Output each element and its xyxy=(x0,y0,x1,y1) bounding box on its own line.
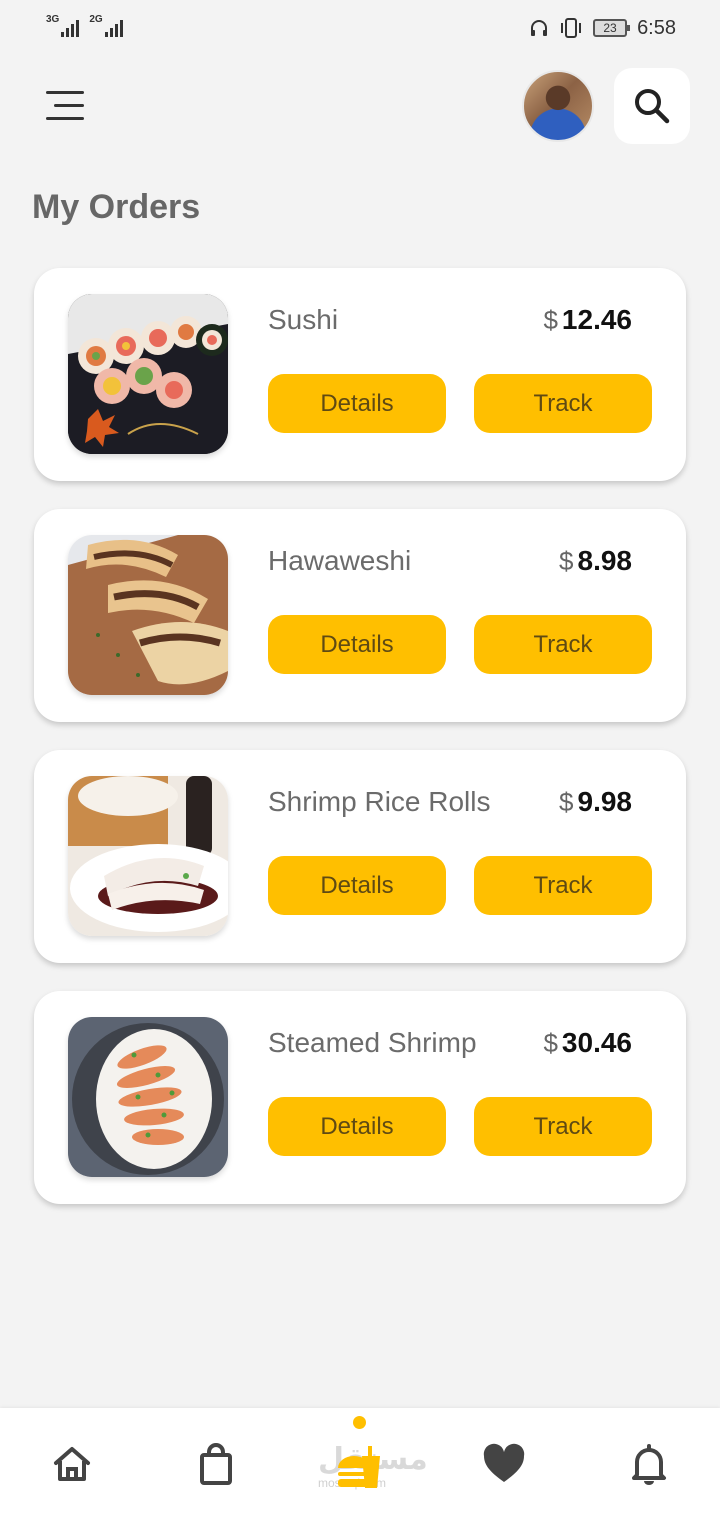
details-button[interactable]: Details xyxy=(268,1097,446,1156)
search-button[interactable] xyxy=(614,68,690,144)
currency-symbol: $ xyxy=(543,305,558,335)
order-card: Sushi $ 12.46 Details Track xyxy=(34,268,686,481)
food-name: Sushi xyxy=(268,304,339,335)
track-button[interactable]: Track xyxy=(474,374,652,433)
page-title: My Orders xyxy=(32,188,201,226)
price-amount: 30.46 xyxy=(561,1027,632,1058)
vibrate-icon xyxy=(561,18,582,38)
order-card: Hawaweshi $ 8.98 Details Track xyxy=(34,509,686,722)
burger-drink-icon xyxy=(338,1446,380,1488)
currency-symbol: $ xyxy=(543,1028,558,1058)
avatar[interactable] xyxy=(522,70,594,142)
network-type-label: 3G xyxy=(46,13,60,25)
bottom-nav: مستقل mostaql.com xyxy=(0,1408,720,1520)
nav-notifications[interactable] xyxy=(627,1442,671,1486)
food-image-hawaweshi xyxy=(68,535,228,695)
my-orders-screen: 3G 2G 23 6:58 My Orders Sushi $ 12.46 De… xyxy=(0,0,720,1520)
nav-favorites[interactable] xyxy=(482,1442,526,1486)
currency-symbol: $ xyxy=(559,787,574,817)
shopping-bag-icon xyxy=(200,1443,232,1485)
order-card: Shrimp Rice Rolls $ 9.98 Details Track xyxy=(34,750,686,963)
order-price: $ 8.98 xyxy=(559,545,632,577)
food-name: Shrimp Rice Rolls xyxy=(268,786,491,817)
order-price: $ 30.46 xyxy=(543,1027,632,1059)
status-bar: 3G 2G 23 6:58 xyxy=(0,0,720,56)
food-name: Hawaweshi xyxy=(268,545,412,576)
orders-list: Sushi $ 12.46 Details Track Hawaweshi $ … xyxy=(34,268,686,1232)
search-icon xyxy=(635,89,670,124)
track-button[interactable]: Track xyxy=(474,856,652,915)
track-button[interactable]: Track xyxy=(474,1097,652,1156)
food-name: Steamed Shrimp xyxy=(268,1027,477,1058)
nav-bag[interactable] xyxy=(194,1442,238,1486)
active-indicator xyxy=(353,1416,366,1429)
track-button[interactable]: Track xyxy=(474,615,652,674)
signal-strength-icon: 3G xyxy=(46,14,80,37)
price-amount: 9.98 xyxy=(577,786,633,817)
order-price: $ 9.98 xyxy=(559,786,632,818)
order-price: $ 12.46 xyxy=(543,304,632,336)
price-amount: 8.98 xyxy=(577,545,633,576)
order-card: Steamed Shrimp $ 30.46 Details Track xyxy=(34,991,686,1204)
details-button[interactable]: Details xyxy=(268,856,446,915)
food-image-steamed-shrimp xyxy=(68,1017,228,1177)
bell-icon xyxy=(632,1444,666,1485)
food-image-sushi xyxy=(68,294,228,454)
battery-icon: 23 xyxy=(593,19,631,37)
details-button[interactable]: Details xyxy=(268,374,446,433)
price-amount: 12.46 xyxy=(561,304,632,335)
signal-indicators: 3G 2G xyxy=(46,14,123,37)
menu-button[interactable] xyxy=(46,88,90,124)
signal-strength-icon: 2G xyxy=(89,14,123,37)
headphones-icon xyxy=(531,20,548,36)
status-right: 23 6:58 xyxy=(529,17,676,40)
currency-symbol: $ xyxy=(559,546,574,576)
menu-icon xyxy=(46,91,84,94)
details-button[interactable]: Details xyxy=(268,615,446,674)
nav-home[interactable] xyxy=(50,1442,94,1486)
home-icon xyxy=(54,1447,90,1481)
nav-menu[interactable] xyxy=(334,1442,380,1488)
food-image-shrimp-rice-rolls xyxy=(68,776,228,936)
heart-icon xyxy=(483,1443,525,1482)
clock: 6:58 xyxy=(637,16,676,39)
network-type-label: 2G xyxy=(89,13,103,25)
